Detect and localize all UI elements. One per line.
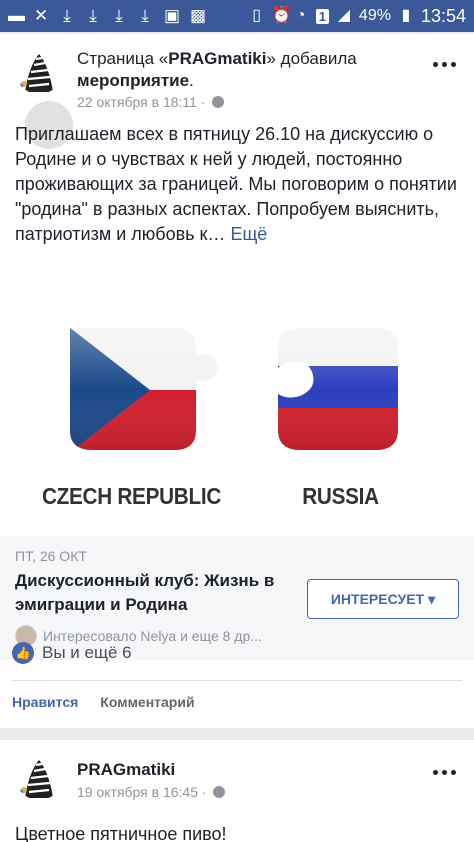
post-header-text: Страница «PRAGmatiki» добавила мероприят… (77, 48, 417, 92)
notification-icons: ▬ ✕ ⤓ ⤓ ⤓ ⤓ ▣ ▩ (8, 6, 207, 25)
dot-icon (442, 62, 447, 67)
download-icon: ⤓ (115, 6, 123, 25)
post-meta: 19 октября в 16:45 · (77, 784, 225, 800)
russia-label: RUSSIA (302, 483, 379, 509)
battery-icon: ▮ (401, 7, 411, 24)
comment-button[interactable]: Комментарий (100, 694, 194, 710)
post-body: Цветное пятничное пиво! (15, 824, 227, 842)
sim-indicator: 1 (315, 8, 329, 24)
header-prefix: Страница « (77, 49, 169, 68)
page-avatar[interactable] (15, 46, 63, 94)
alarm-icon: ⏰ (271, 7, 292, 24)
interested-label: ИНТЕРЕСУЕТ (330, 591, 425, 607)
caret-down-icon: ▾ (428, 590, 436, 607)
download-icon: ⤓ (89, 6, 97, 25)
dot-icon (433, 770, 438, 775)
post-actions: Нравится Комментарий (12, 694, 195, 710)
event-date: ПТ, 26 ОКТ (15, 548, 87, 564)
likes-count: Вы и ещё 6 (42, 643, 132, 662)
likes-summary[interactable]: 👍 Вы и ещё 6 (12, 642, 132, 664)
wrench-icon: ✕ (34, 6, 49, 25)
zebra-logo-icon (15, 752, 63, 800)
post-timestamp[interactable]: 22 октября в 18:11 · (77, 94, 206, 110)
message-icon: ▬ (8, 6, 25, 25)
save-icon: ▣ (164, 6, 181, 25)
post-card: PRAGmatiki 19 октября в 16:45 · Цветное … (0, 740, 474, 842)
event-link[interactable]: мероприятие (77, 71, 189, 90)
czech-label: CZECH REPUBLIC (41, 483, 222, 509)
czech-flag-piece (70, 328, 218, 450)
signal-icon: ◢ (337, 7, 351, 24)
event-cover-image[interactable]: CZECH REPUBLIC RUSSIA (0, 290, 474, 534)
system-icons: ▯ ⏰ ◔ 1 ◢ 49% ▮ 13:54 (250, 6, 466, 27)
see-more-link[interactable]: Ещё (230, 224, 267, 244)
dot-icon (433, 62, 438, 67)
page-avatar[interactable] (15, 752, 63, 800)
page-name-link[interactable]: PRAGmatiki (168, 49, 266, 68)
post-text: Приглашаем всех в пятницу 26.10 на диску… (15, 122, 465, 247)
like-thumb-icon: 👍 (12, 642, 34, 664)
more-options-button[interactable] (433, 62, 456, 67)
dot-icon (451, 770, 456, 775)
wifi-icon: ◔ (295, 7, 306, 24)
divider (12, 680, 462, 681)
status-bar: ▬ ✕ ⤓ ⤓ ⤓ ⤓ ▣ ▩ ▯ ⏰ ◔ 1 ◢ 49% ▮ 13:54 (0, 0, 474, 32)
post-timestamp[interactable]: 19 октября в 16:45 · (77, 784, 207, 800)
event-title[interactable]: Дискуссионный клуб: Жизнь в эмиграции и … (15, 569, 295, 617)
post-card: Страница «PRAGmatiki» добавила мероприят… (0, 34, 474, 728)
post-header: Страница «PRAGmatiki» добавила мероприят… (0, 34, 474, 149)
globe-icon (211, 96, 224, 108)
dot-icon (442, 770, 447, 775)
globe-icon (212, 786, 225, 798)
page-name-link[interactable]: PRAGmatiki (77, 760, 175, 780)
battery-percent: 49% (358, 7, 391, 24)
interested-button[interactable]: ИНТЕРЕСУЕТ ▾ (307, 579, 459, 619)
image-icon: ▩ (190, 6, 207, 25)
download-icon: ⤓ (63, 6, 71, 25)
dot-icon (451, 62, 456, 67)
more-options-button[interactable] (433, 770, 456, 775)
russia-flag-piece (278, 328, 398, 450)
header-suffix: » добавила (266, 49, 357, 68)
post-meta: 22 октября в 18:11 · (77, 94, 224, 110)
zebra-logo-icon (15, 46, 63, 94)
vibrate-icon: ▯ (252, 7, 262, 24)
header-period: . (189, 71, 194, 90)
download-icon: ⤓ (141, 6, 149, 25)
clock: 13:54 (420, 5, 466, 26)
like-button[interactable]: Нравится (12, 694, 78, 710)
